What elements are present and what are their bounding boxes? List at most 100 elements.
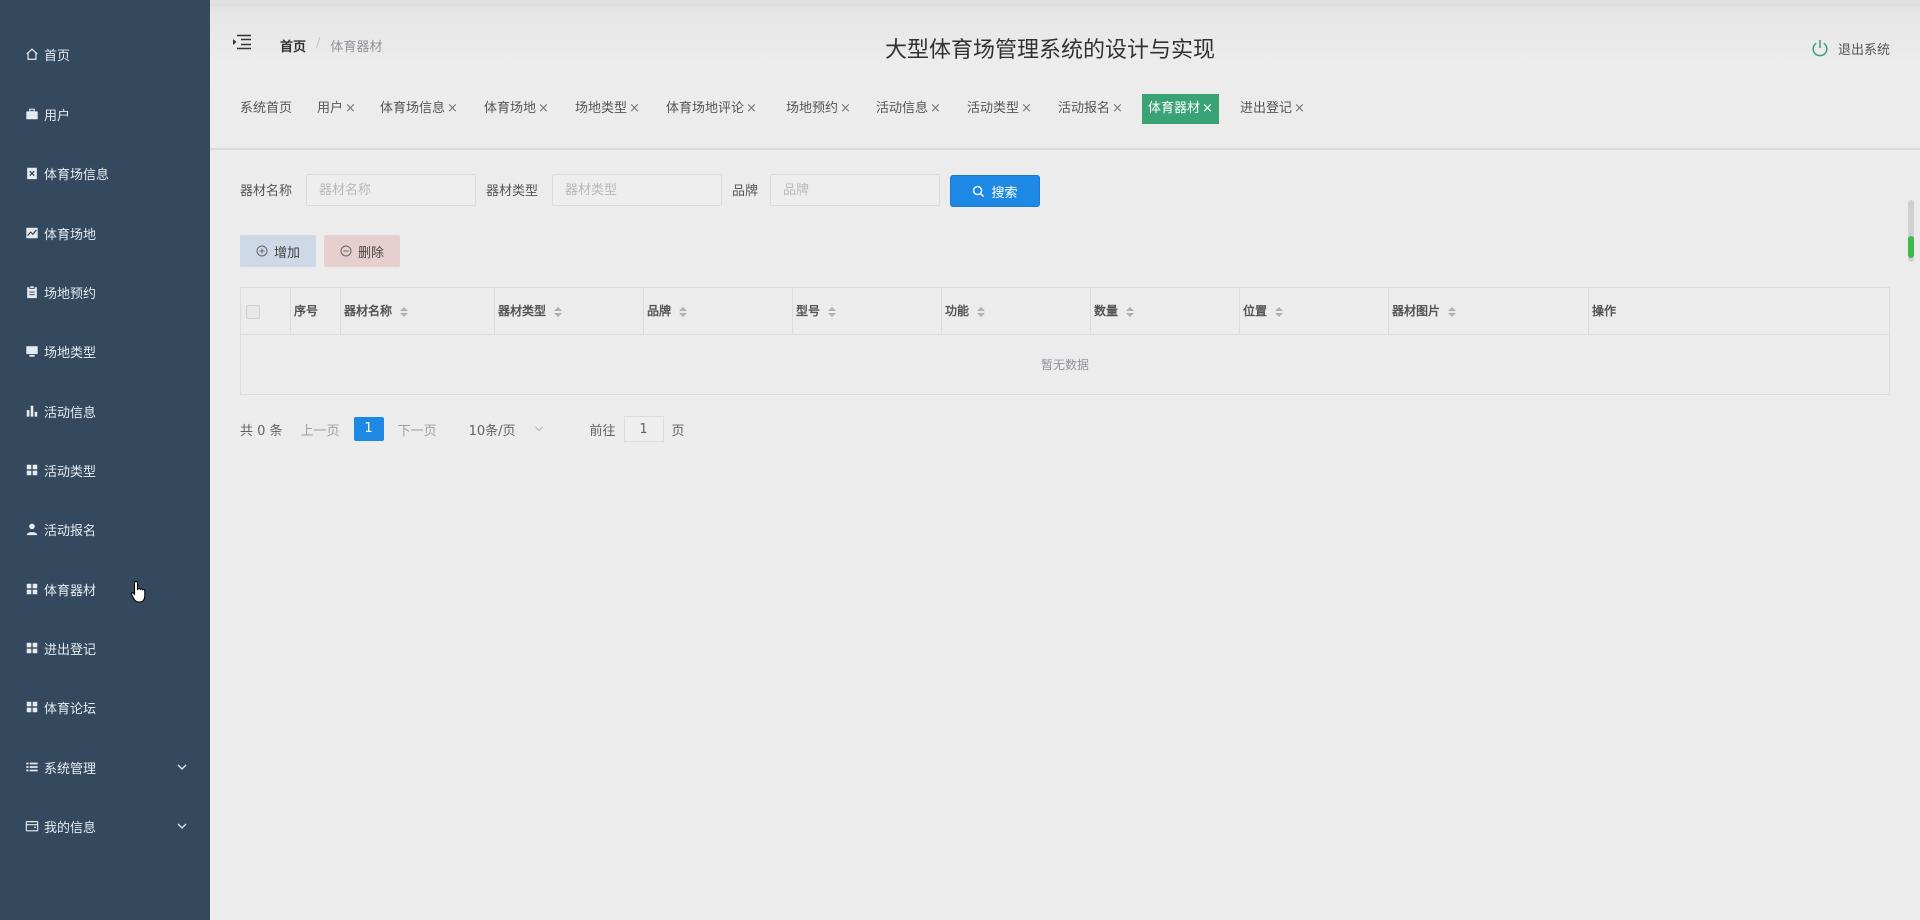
tab-activity-signup[interactable]: 活动报名 × [1052, 94, 1129, 124]
sidebar: 首页 用户 体育场信息 体育场地 场地预约 场地类型 活动信息 活动类型 活动报… [0, 0, 210, 920]
bar-chart-icon [24, 403, 40, 419]
sort-icon[interactable] [679, 306, 688, 317]
chevron-down-icon [534, 426, 543, 432]
add-button[interactable]: 增加 [240, 235, 316, 267]
close-icon[interactable]: × [1294, 101, 1305, 116]
column-label: 位置 [1243, 304, 1268, 318]
grid-icon [24, 640, 40, 656]
grid-icon [24, 581, 40, 597]
tab-venue-booking[interactable]: 场地预约 × [780, 94, 857, 124]
sidebar-item-activity-signup[interactable]: 活动报名 [0, 505, 210, 553]
tab-stadium-info[interactable]: 体育场信息 × [374, 94, 464, 124]
sidebar-item-label: 体育场信息 [44, 167, 110, 183]
column-label: 序号 [294, 304, 319, 318]
sidebar-item-stadium-info[interactable]: 体育场信息 [0, 149, 210, 197]
tab-activity-info[interactable]: 活动信息 × [870, 94, 947, 124]
column-header[interactable]: 器材图片 [1389, 288, 1589, 335]
tab-venue-types[interactable]: 场地类型 × [569, 94, 646, 124]
clipboard-x-icon [24, 165, 40, 181]
sort-icon[interactable] [1448, 306, 1457, 317]
menu-toggle-icon[interactable] [232, 34, 252, 50]
hand-cursor-icon [130, 580, 146, 603]
tab-bar: 系统首页 用户 × 体育场信息 × 体育场地 × 场地类型 × 体育场地评论 × 场地预约… [210, 88, 1920, 150]
tab-activity-types[interactable]: 活动类型 × [961, 94, 1038, 124]
plus-circle-icon [256, 245, 268, 257]
select-all-checkbox[interactable] [246, 304, 260, 319]
column-header: 操作 [1589, 288, 1889, 335]
column-label: 功能 [945, 304, 970, 318]
scrollbar-thumb[interactable] [1908, 236, 1914, 258]
equipment-table: 序号 器材名称 器材类型 品牌 型号 功能 数量 位置 器材图片 操作 暂无数据 [240, 287, 1890, 395]
column-label: 器材图片 [1392, 304, 1441, 318]
close-icon[interactable]: × [840, 101, 851, 116]
column-label: 型号 [796, 304, 821, 318]
sidebar-item-activity-types[interactable]: 活动类型 [0, 446, 210, 494]
sort-icon[interactable] [400, 306, 409, 317]
tab-label: 系统首页 [240, 101, 293, 116]
column-header[interactable]: 器材类型 [495, 288, 644, 335]
tab-label: 活动类型 [967, 101, 1020, 116]
main-content: 器材名称 器材类型 品牌 搜索 增加 删除 序号 器材名称 器材类型 [210, 150, 1920, 920]
power-icon [1812, 40, 1828, 57]
close-icon[interactable]: × [930, 101, 941, 116]
sidebar-item-users[interactable]: 用户 [0, 90, 210, 138]
delete-button[interactable]: 删除 [324, 235, 400, 267]
sort-icon[interactable] [977, 306, 986, 317]
equipment-type-input[interactable] [552, 174, 722, 206]
logout-button[interactable]: 退出系统 [1810, 38, 1890, 58]
sidebar-item-home[interactable]: 首页 [0, 30, 210, 78]
sidebar-item-activity-info[interactable]: 活动信息 [0, 387, 210, 435]
breadcrumb-current: 体育器材 [330, 40, 383, 55]
close-icon[interactable]: × [538, 101, 549, 116]
scrollbar[interactable] [1908, 200, 1914, 262]
sidebar-item-venues[interactable]: 体育场地 [0, 209, 210, 257]
tab-venue-comments[interactable]: 体育场地评论 × [660, 94, 763, 124]
tab-system-home[interactable]: 系统首页 [234, 94, 298, 124]
page-size-select[interactable]: 10条/页 [469, 420, 544, 439]
breadcrumb-separator: / [316, 36, 321, 51]
close-icon[interactable]: × [447, 101, 458, 116]
sidebar-item-label: 进出登记 [44, 642, 97, 658]
column-header[interactable]: 器材名称 [341, 288, 495, 335]
close-icon[interactable]: × [1202, 101, 1213, 116]
close-icon[interactable]: × [1021, 101, 1032, 116]
tab-equipment[interactable]: 体育器材 × [1142, 94, 1219, 124]
search-button[interactable]: 搜索 [950, 175, 1040, 207]
sidebar-item-equipment[interactable]: 体育器材 [0, 565, 210, 613]
tab-venues[interactable]: 体育场地 × [478, 94, 555, 124]
close-icon[interactable]: × [746, 101, 757, 116]
prev-page-button[interactable]: 上一页 [301, 420, 340, 439]
select-all-column [241, 288, 291, 335]
column-header[interactable]: 功能 [942, 288, 1091, 335]
sidebar-item-venue-booking[interactable]: 场地预约 [0, 268, 210, 316]
sidebar-item-label: 体育器材 [44, 583, 97, 599]
equipment-name-input[interactable] [306, 174, 476, 206]
goto-page-input[interactable] [623, 416, 664, 442]
sidebar-item-label: 活动类型 [44, 464, 97, 480]
column-header[interactable]: 位置 [1240, 288, 1389, 335]
sidebar-item-venue-types[interactable]: 场地类型 [0, 327, 210, 375]
close-icon[interactable]: × [1112, 101, 1123, 116]
column-header[interactable]: 数量 [1091, 288, 1240, 335]
sort-icon[interactable] [554, 306, 563, 317]
close-icon[interactable]: × [345, 101, 356, 116]
sidebar-item-forum[interactable]: 体育论坛 [0, 683, 210, 731]
page-number-button[interactable]: 1 [353, 417, 384, 441]
sort-icon[interactable] [1126, 306, 1135, 317]
close-icon[interactable]: × [629, 101, 640, 116]
column-header[interactable]: 型号 [793, 288, 942, 335]
brand-input[interactable] [770, 174, 940, 206]
chevron-down-icon [177, 764, 187, 770]
sidebar-item-system-admin[interactable]: 系统管理 [0, 743, 210, 791]
column-header[interactable]: 品牌 [644, 288, 793, 335]
sort-icon[interactable] [828, 306, 837, 317]
tab-users[interactable]: 用户 × [311, 94, 362, 124]
sidebar-item-entry-log[interactable]: 进出登记 [0, 624, 210, 672]
breadcrumb-home[interactable]: 首页 [280, 36, 306, 55]
chart-line-icon [24, 225, 40, 241]
next-page-button[interactable]: 下一页 [398, 420, 437, 439]
sort-icon[interactable] [1275, 306, 1284, 317]
tab-entry-log[interactable]: 进出登记 × [1234, 94, 1311, 124]
sidebar-item-my-info[interactable]: 我的信息 [0, 802, 210, 850]
sidebar-item-label: 活动信息 [44, 405, 97, 421]
